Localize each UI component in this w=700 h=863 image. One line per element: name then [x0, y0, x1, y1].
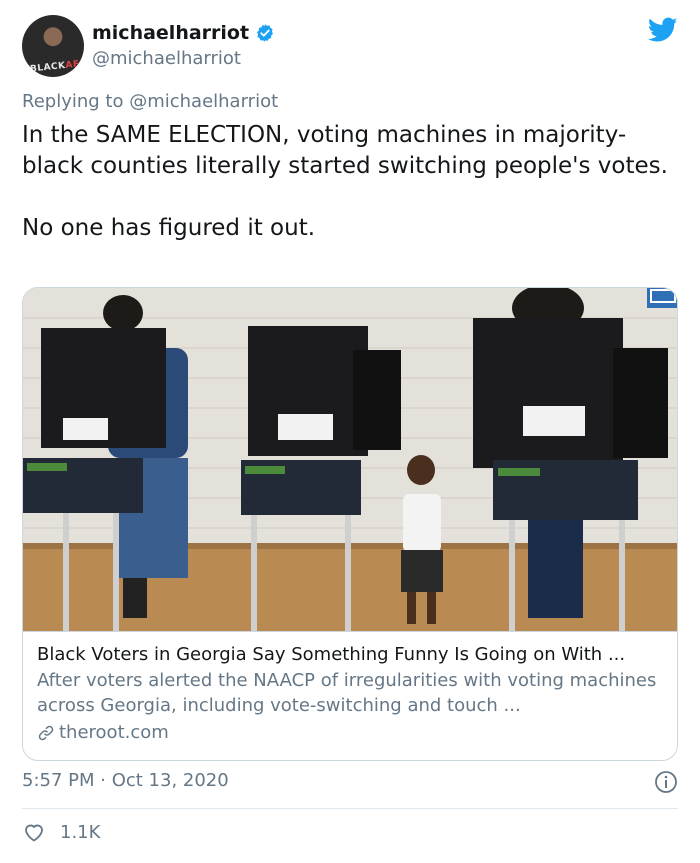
card-image: [23, 288, 677, 631]
tweet-timestamp[interactable]: 5:57 PM · Oct 13, 2020: [22, 770, 229, 791]
author-handle[interactable]: @michaelharriot: [92, 48, 241, 69]
verified-badge-icon: [257, 24, 273, 42]
card-title[interactable]: Black Voters in Georgia Say Something Fu…: [37, 642, 665, 668]
card-text: Black Voters in Georgia Say Something Fu…: [23, 631, 677, 748]
like-count: 1.1K: [60, 821, 101, 843]
card-domain-text: theroot.com: [59, 722, 169, 743]
reply-mention-link[interactable]: @michaelharriot: [129, 91, 278, 112]
info-icon[interactable]: [654, 770, 678, 794]
like-action[interactable]: 1.1K: [22, 820, 100, 844]
reply-context: Replying to @michaelharriot: [22, 91, 279, 112]
tweet-card: BLACKAF michaelharriot @michaelharriot R…: [0, 0, 700, 863]
link-card[interactable]: Black Voters in Georgia Say Something Fu…: [22, 287, 678, 761]
display-name[interactable]: michaelharriot: [92, 22, 249, 44]
heart-icon[interactable]: [22, 820, 46, 844]
divider: [22, 808, 678, 809]
avatar[interactable]: BLACKAF: [22, 15, 84, 77]
twitter-bird-icon[interactable]: [648, 17, 678, 43]
tweet-text: In the SAME ELECTION, voting machines in…: [22, 122, 668, 241]
card-description: After voters alerted the NAACP of irregu…: [37, 670, 657, 716]
avatar-badge: BLACKAF: [29, 59, 81, 75]
link-icon: [38, 725, 54, 741]
author-name-row: michaelharriot: [92, 22, 275, 44]
card-domain: theroot.com: [37, 718, 665, 748]
